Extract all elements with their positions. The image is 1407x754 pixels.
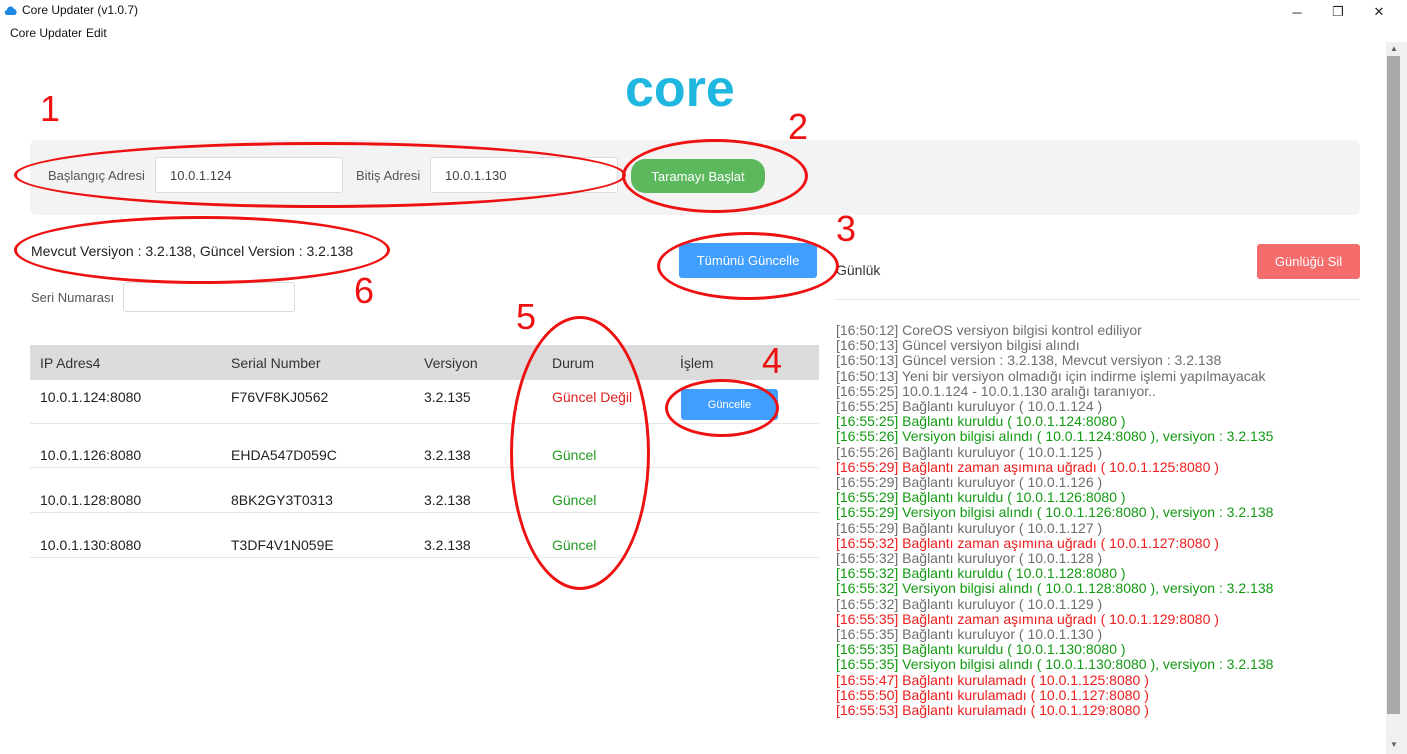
log-entry: [16:55:53] Bağlantı kurulamadı ( 10.0.1.… [836,702,1149,719]
annotation-5: 5 [516,296,537,337]
row3-version: 3.2.138 [424,492,471,508]
annotation-ellipse-5 [510,316,650,590]
logo-text: core [625,66,735,112]
log-entry: [16:55:29] Versiyon bilgisi alındı ( 10.… [836,504,1274,521]
row2-serial: EHDA547D059C [231,447,337,463]
annotation-ellipse-3 [657,232,839,300]
row-divider [30,467,819,468]
minimize-button[interactable]: ─ [1274,0,1320,24]
log-entry: [16:50:12] CoreOS versiyon bilgisi kontr… [836,322,1142,338]
log-entry: [16:55:32] Versiyon bilgisi alındı ( 10.… [836,580,1274,597]
row4-ip: 10.0.1.130:8080 [40,537,142,553]
log-entry: [16:55:32] Bağlantı zaman aşımına uğradı… [836,534,1219,551]
log-entry: [16:55:26] Versiyon bilgisi alındı ( 10.… [836,428,1274,445]
row3-ip: 10.0.1.128:8080 [40,492,142,508]
log-entry: [16:50:13] Güncel version : 3.2.138, Mev… [836,352,1222,369]
log-entry: [16:55:29] Bağlantı kuruldu ( 10.0.1.126… [836,489,1126,506]
log-entry: [16:55:25] Bağlantı kuruluyor ( 10.0.1.1… [836,398,1103,415]
header-ip: IP Adres4 [40,355,101,371]
row1-ip: 10.0.1.124:8080 [40,389,142,405]
row-divider [30,512,819,513]
annotation-ellipse-2 [622,139,808,213]
log-entry: [16:55:35] Bağlantı kuruldu ( 10.0.1.130… [836,641,1126,658]
maximize-button[interactable]: ❐ [1315,0,1361,24]
log-entry: [16:55:32] Bağlantı kuruluyor ( 10.0.1.1… [836,595,1103,612]
menu-edit[interactable]: Edit [86,26,107,40]
log-divider [836,299,1360,300]
log-entry: [16:55:26] Bağlantı kuruluyor ( 10.0.1.1… [836,443,1103,460]
annotation-ellipse-1 [14,142,626,208]
scroll-down-arrow-icon[interactable]: ▼ [1387,740,1401,749]
menu-bar [0,24,1407,42]
log-title: Günlük [836,262,881,278]
cloud-icon [4,6,17,15]
annotation-ellipse-6 [14,216,390,284]
log-entry: [16:55:29] Bağlantı zaman aşımına uğradı… [836,458,1219,475]
log-entry: [16:55:35] Bağlantı kuruluyor ( 10.0.1.1… [836,626,1103,643]
scroll-up-arrow-icon[interactable]: ▲ [1387,44,1401,53]
log-entry: [16:55:29] Bağlantı kuruluyor ( 10.0.1.1… [836,519,1103,536]
log-list: [16:50:12] CoreOS versiyon bilgisi kontr… [836,322,1381,719]
menu-core-updater[interactable]: Core Updater [10,26,82,40]
log-entry: [16:55:25] Bağlantı kuruldu ( 10.0.1.124… [836,413,1126,430]
log-entry: [16:55:32] Bağlantı kuruldu ( 10.0.1.128… [836,565,1126,582]
annotation-4: 4 [762,340,783,381]
row1-version: 3.2.135 [424,389,471,405]
serial-label: Seri Numarası [31,290,115,305]
annotation-3: 3 [836,208,857,249]
header-action: İşlem [680,355,714,371]
row4-version: 3.2.138 [424,537,471,553]
row-divider [30,557,819,558]
log-entry: [16:55:29] Bağlantı kuruluyor ( 10.0.1.1… [836,474,1103,491]
row1-serial: F76VF8KJ0562 [231,389,329,405]
scrollbar-thumb[interactable] [1387,56,1400,714]
row4-serial: T3DF4V1N059E [231,537,334,553]
log-entry: [16:50:13] Güncel versiyon bilgisi alınd… [836,337,1080,354]
header-serial: Serial Number [231,355,321,371]
close-button[interactable]: ✕ [1356,0,1402,24]
log-entry: [16:55:47] Bağlantı kurulamadı ( 10.0.1.… [836,671,1149,688]
core-logo: core [625,66,735,112]
log-entry: [16:50:13] Yeni bir versiyon olmadığı iç… [836,367,1266,384]
row3-serial: 8BK2GY3T0313 [231,492,333,508]
annotation-6: 6 [354,270,375,311]
row2-version: 3.2.138 [424,447,471,463]
annotation-1: 1 [40,88,61,129]
log-entry: [16:55:35] Versiyon bilgisi alındı ( 10.… [836,656,1274,673]
annotation-2: 2 [788,106,809,147]
log-entry: [16:55:32] Bağlantı kuruluyor ( 10.0.1.1… [836,550,1103,567]
row2-ip: 10.0.1.126:8080 [40,447,142,463]
log-entry: [16:55:50] Bağlantı kurulamadı ( 10.0.1.… [836,686,1149,703]
log-entry: [16:55:25] 10.0.1.124 - 10.0.1.130 aralı… [836,382,1156,399]
header-version: Versiyon [424,355,478,371]
clear-log-button[interactable]: Günlüğü Sil [1257,244,1360,279]
annotation-ellipse-4 [665,379,779,437]
title-bar [0,0,1407,24]
serial-input[interactable] [123,282,295,312]
log-entry: [16:55:35] Bağlantı zaman aşımına uğradı… [836,610,1219,627]
window-title: Core Updater (v1.0.7) [22,3,139,17]
